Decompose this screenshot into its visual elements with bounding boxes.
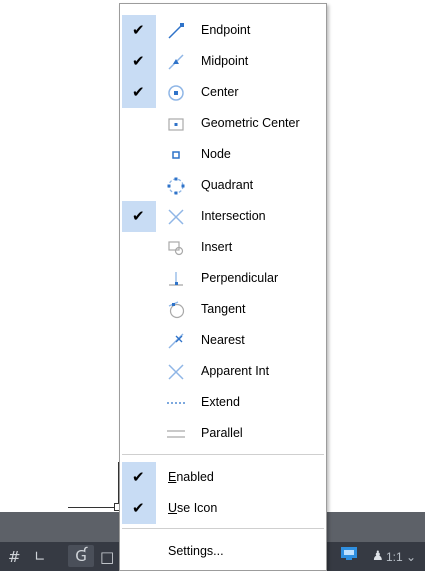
polar-icon[interactable]: Ɠ (68, 545, 94, 567)
menu-separator (122, 528, 324, 529)
menu-item-label: Intersection (201, 209, 266, 223)
menu-item-label: Use Icon (168, 501, 218, 515)
checkmark-icon: ✔ (132, 499, 145, 517)
tangent-icon (168, 301, 185, 319)
menu-item-label: Quadrant (201, 178, 254, 192)
extend-icon (167, 402, 185, 404)
checkmark-icon: ✔ (132, 83, 145, 101)
checkmark-icon: ✔ (132, 21, 145, 39)
menu-item-nearest[interactable]: Nearest (120, 325, 326, 356)
menu-item-use-icon[interactable]: ✔ Use Icon (120, 493, 326, 524)
menu-item-label: Enabled (168, 470, 214, 484)
menu-item-label: Endpoint (201, 23, 251, 37)
menu-item-label: Midpoint (201, 54, 249, 68)
checkmark-icon: ✔ (132, 207, 145, 225)
check-highlight: ✔ (122, 77, 156, 108)
menu-item-endpoint[interactable]: ✔ Endpoint (120, 15, 326, 46)
menu-item-label: Geometric Center (201, 116, 300, 130)
ortho-icon[interactable]: ∟ (34, 548, 46, 566)
menu-item-quadrant[interactable]: Quadrant (120, 170, 326, 201)
insert-icon (168, 241, 184, 256)
menu-item-node[interactable]: Node (120, 139, 326, 170)
menu-item-insert[interactable]: Insert (120, 232, 326, 263)
quadrant-icon (167, 177, 185, 195)
menu-item-label: Insert (201, 240, 233, 254)
menu-item-label: Apparent Int (201, 364, 270, 378)
crosshair-horizontal (68, 507, 120, 508)
endpoint-icon (168, 23, 184, 39)
menu-item-extend[interactable]: Extend (120, 387, 326, 418)
nearest-icon (168, 333, 184, 349)
annotation-icon[interactable]: ♟ (372, 548, 384, 566)
menu-item-label: Parallel (201, 426, 243, 440)
menu-item-tangent[interactable]: Tangent (120, 294, 326, 325)
menu-item-apparent-int[interactable]: Apparent Int (120, 356, 326, 387)
menu-item-label: Extend (201, 395, 240, 409)
menu-item-center[interactable]: ✔ Center (120, 77, 326, 108)
perpendicular-icon (169, 272, 183, 286)
menu-item-label: Perpendicular (201, 271, 279, 285)
menu-item-label: Center (201, 85, 239, 99)
center-icon (168, 85, 184, 101)
node-icon (172, 151, 180, 159)
menu-item-midpoint[interactable]: ✔ Midpoint (120, 46, 326, 77)
checkmark-icon: ✔ (132, 52, 145, 70)
menu-item-label: Nearest (201, 333, 245, 347)
parallel-icon (167, 430, 185, 438)
menu-item-perpendicular[interactable]: Perpendicular (120, 263, 326, 294)
check-highlight: ✔ (122, 493, 156, 524)
grid-icon[interactable]: # (8, 548, 21, 566)
osnap-context-menu: ✔ Endpoint ✔ Midpoint ✔ Center Geometric… (119, 3, 327, 571)
workspace-icon[interactable] (338, 545, 360, 567)
apparent-int-icon (168, 364, 184, 380)
menu-item-intersection[interactable]: ✔ Intersection (120, 201, 326, 232)
osnap-icon[interactable]: □ (100, 548, 114, 566)
menu-item-parallel[interactable]: Parallel (120, 418, 326, 449)
menu-item-label: Settings... (168, 544, 224, 558)
geometric-center-icon (168, 118, 184, 131)
check-highlight: ✔ (122, 46, 156, 77)
menu-item-label: Tangent (201, 302, 246, 316)
checkmark-icon: ✔ (132, 468, 145, 486)
annotation-scale[interactable]: 1:1 ⌄ (386, 548, 416, 566)
check-highlight: ✔ (122, 462, 156, 493)
intersection-icon (168, 209, 184, 225)
menu-item-geometric-center[interactable]: Geometric Center (120, 108, 326, 139)
menu-item-enabled[interactable]: ✔ Enabled (120, 462, 326, 493)
check-highlight: ✔ (122, 201, 156, 232)
menu-item-settings[interactable]: Settings... (120, 536, 326, 567)
menu-separator (122, 454, 324, 455)
midpoint-icon (168, 54, 184, 70)
menu-item-label: Node (201, 147, 231, 161)
check-highlight: ✔ (122, 15, 156, 46)
